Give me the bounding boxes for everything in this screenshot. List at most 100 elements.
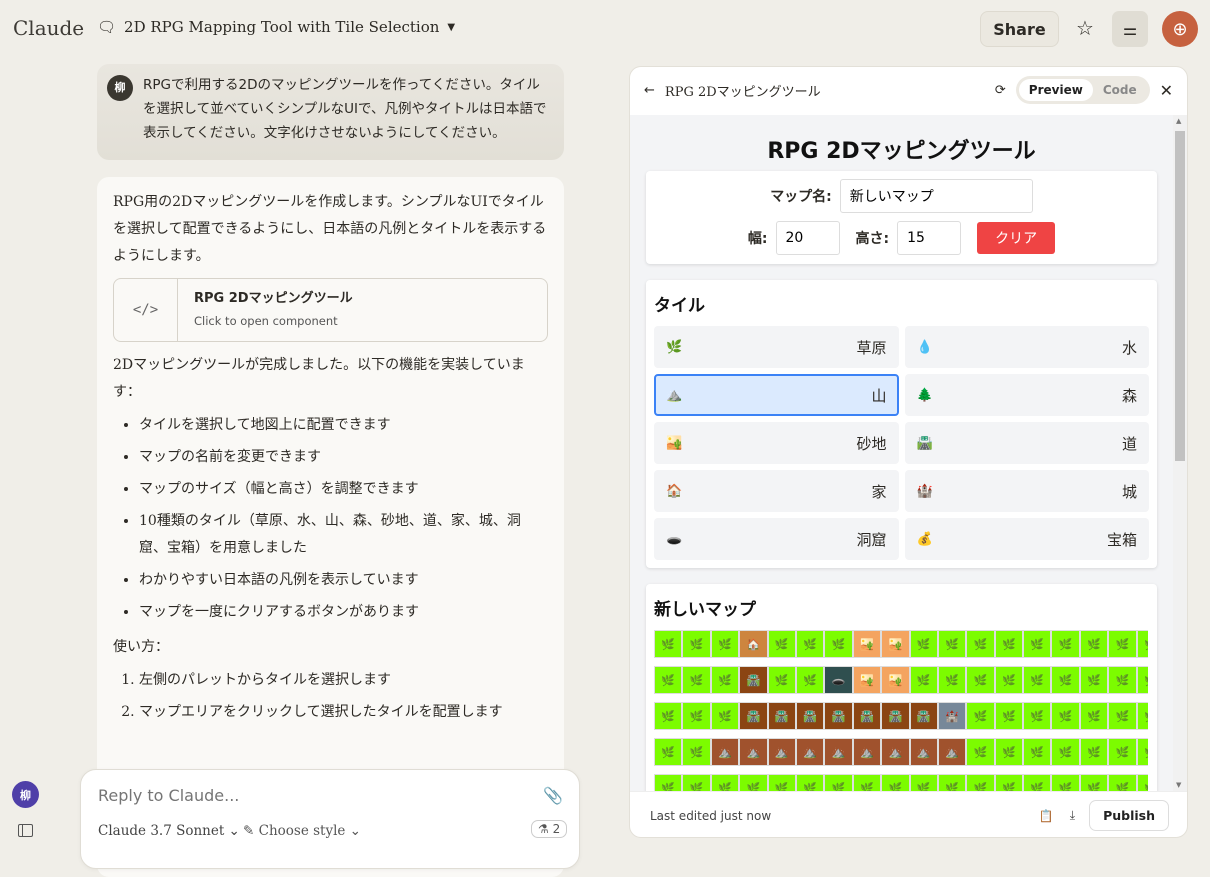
map-cell-grass[interactable]: 🌿 xyxy=(1136,666,1148,694)
map-cell-road[interactable]: 🛣️ xyxy=(795,702,825,730)
map-cell-grass[interactable]: 🌿 xyxy=(966,630,995,658)
map-cell-grass[interactable]: 🌿 xyxy=(1136,702,1148,730)
star-icon[interactable]: ☆ xyxy=(1076,16,1094,40)
tile-cave[interactable]: 🕳️ 洞窟 xyxy=(654,518,899,560)
map-cell-grass[interactable]: 🌿 xyxy=(710,702,740,730)
map-cell-grass[interactable]: 🌿 xyxy=(881,774,910,791)
share-button[interactable]: Share xyxy=(980,11,1059,47)
map-cell-grass[interactable]: 🌿 xyxy=(966,774,995,791)
map-cell-sand[interactable]: 🏜️ xyxy=(852,630,882,658)
map-cell-grass[interactable]: 🌿 xyxy=(767,666,796,694)
map-cell-grass[interactable]: 🌿 xyxy=(682,738,711,766)
clipboard-icon[interactable]: 📋 xyxy=(1039,809,1054,823)
model-selector[interactable]: Claude 3.7 Sonnet ⌄ xyxy=(98,823,240,839)
scrollbar[interactable]: ▲ ▼ xyxy=(1173,115,1187,791)
map-cell-grass[interactable]: 🌿 xyxy=(937,630,967,658)
tile-forest[interactable]: 🌲 森 xyxy=(904,374,1149,416)
tile-sand[interactable]: 🏜️ 砂地 xyxy=(654,422,899,464)
map-cell-grass[interactable]: 🌿 xyxy=(654,702,683,730)
map-cell-grass[interactable]: 🌿 xyxy=(1079,774,1109,791)
map-cell-road[interactable]: 🛣️ xyxy=(881,702,910,730)
map-cell-mountain[interactable]: ⛰️ xyxy=(739,738,768,766)
map-cell-grass[interactable]: 🌿 xyxy=(966,738,995,766)
map-cell-grass[interactable]: 🌿 xyxy=(1108,630,1137,658)
map-cell-grass[interactable]: 🌿 xyxy=(710,630,740,658)
map-cell-grass[interactable]: 🌿 xyxy=(1079,738,1109,766)
back-arrow-icon[interactable]: ← xyxy=(644,83,655,98)
map-name-input[interactable] xyxy=(839,179,1033,213)
claude-logo[interactable]: Claude xyxy=(13,16,84,40)
map-cell-grass[interactable]: 🌿 xyxy=(795,666,825,694)
map-cell-grass[interactable]: 🌿 xyxy=(682,630,711,658)
map-cell-mountain[interactable]: ⛰️ xyxy=(909,738,938,766)
tab-preview[interactable]: Preview xyxy=(1018,79,1093,101)
refresh-icon[interactable]: ⟳ xyxy=(995,83,1006,98)
tile-treasure[interactable]: 💰 宝箱 xyxy=(904,518,1149,560)
map-cell-grass[interactable]: 🌿 xyxy=(966,666,995,694)
paperclip-icon[interactable]: 📎 xyxy=(543,786,563,805)
map-cell-grass[interactable]: 🌿 xyxy=(710,774,740,791)
map-cell-grass[interactable]: 🌿 xyxy=(1136,630,1148,658)
map-cell-grass[interactable]: 🌿 xyxy=(795,774,825,791)
map-cell-cave[interactable]: 🕳️ xyxy=(824,666,853,694)
tile-house[interactable]: 🏠 家 xyxy=(654,470,899,512)
map-cell-grass[interactable]: 🌿 xyxy=(966,702,995,730)
map-cell-sand[interactable]: 🏜️ xyxy=(881,666,910,694)
map-cell-grass[interactable]: 🌿 xyxy=(909,630,938,658)
map-cell-road[interactable]: 🛣️ xyxy=(909,702,938,730)
map-cell-grass[interactable]: 🌿 xyxy=(994,702,1024,730)
map-cell-road[interactable]: 🛣️ xyxy=(767,702,796,730)
map-cell-grass[interactable]: 🌿 xyxy=(1023,630,1052,658)
map-cell-castle[interactable]: 🏰 xyxy=(937,702,967,730)
map-cell-grass[interactable]: 🌿 xyxy=(1023,666,1052,694)
map-cell-grass[interactable]: 🌿 xyxy=(994,774,1024,791)
map-cell-road[interactable]: 🛣️ xyxy=(824,702,853,730)
map-cell-road[interactable]: 🛣️ xyxy=(739,702,768,730)
map-cell-mountain[interactable]: ⛰️ xyxy=(852,738,882,766)
map-cell-grass[interactable]: 🌿 xyxy=(767,630,796,658)
tile-road[interactable]: 🛣️ 道 xyxy=(904,422,1149,464)
map-cell-mountain[interactable]: ⛰️ xyxy=(824,738,853,766)
map-cell-grass[interactable]: 🌿 xyxy=(710,666,740,694)
map-cell-grass[interactable]: 🌿 xyxy=(1051,738,1080,766)
map-cell-grass[interactable]: 🌿 xyxy=(654,738,683,766)
settings-sliders-icon[interactable]: ⚌ xyxy=(1112,11,1148,47)
map-cell-grass[interactable]: 🌿 xyxy=(1108,666,1137,694)
tile-mountain[interactable]: ⛰️ 山 xyxy=(654,374,899,416)
map-cell-grass[interactable]: 🌿 xyxy=(994,630,1024,658)
map-cell-grass[interactable]: 🌿 xyxy=(682,774,711,791)
map-cell-grass[interactable]: 🌿 xyxy=(682,666,711,694)
map-cell-road[interactable]: 🛣️ xyxy=(852,702,882,730)
map-cell-grass[interactable]: 🌿 xyxy=(1023,738,1052,766)
map-cell-mountain[interactable]: ⛰️ xyxy=(767,738,796,766)
new-chat-icon[interactable]: ⊕ xyxy=(1162,11,1198,47)
map-cell-grass[interactable]: 🌿 xyxy=(654,774,683,791)
publish-button[interactable]: Publish xyxy=(1089,800,1169,831)
map-cell-grass[interactable]: 🌿 xyxy=(1108,774,1137,791)
map-cell-grass[interactable]: 🌿 xyxy=(1023,702,1052,730)
map-cell-mountain[interactable]: ⛰️ xyxy=(881,738,910,766)
map-cell-grass[interactable]: 🌿 xyxy=(909,666,938,694)
tile-grass[interactable]: 🌿 草原 xyxy=(654,326,899,368)
map-cell-sand[interactable]: 🏜️ xyxy=(881,630,910,658)
map-cell-grass[interactable]: 🌿 xyxy=(909,774,938,791)
map-cell-grass[interactable]: 🌿 xyxy=(682,702,711,730)
map-cell-grass[interactable]: 🌿 xyxy=(1136,774,1148,791)
map-cell-grass[interactable]: 🌿 xyxy=(1051,702,1080,730)
map-cell-grass[interactable]: 🌿 xyxy=(824,630,853,658)
map-cell-grass[interactable]: 🌿 xyxy=(1051,630,1080,658)
width-input[interactable] xyxy=(775,221,840,255)
style-selector[interactable]: ✎ Choose style ⌄ xyxy=(243,823,361,839)
map-cell-mountain[interactable]: ⛰️ xyxy=(710,738,740,766)
map-cell-grass[interactable]: 🌿 xyxy=(1051,666,1080,694)
map-cell-grass[interactable]: 🌿 xyxy=(1108,738,1137,766)
map-cell-grass[interactable]: 🌿 xyxy=(1079,666,1109,694)
close-icon[interactable]: ✕ xyxy=(1160,81,1173,100)
map-cell-grass[interactable]: 🌿 xyxy=(1051,774,1080,791)
map-cell-sand[interactable]: 🏜️ xyxy=(852,666,882,694)
map-cell-grass[interactable]: 🌿 xyxy=(994,738,1024,766)
sidebar-user-avatar[interactable]: 柳 xyxy=(12,781,39,808)
map-cell-grass[interactable]: 🌿 xyxy=(654,630,683,658)
tab-code[interactable]: Code xyxy=(1093,79,1147,101)
map-cell-mountain[interactable]: ⛰️ xyxy=(795,738,825,766)
